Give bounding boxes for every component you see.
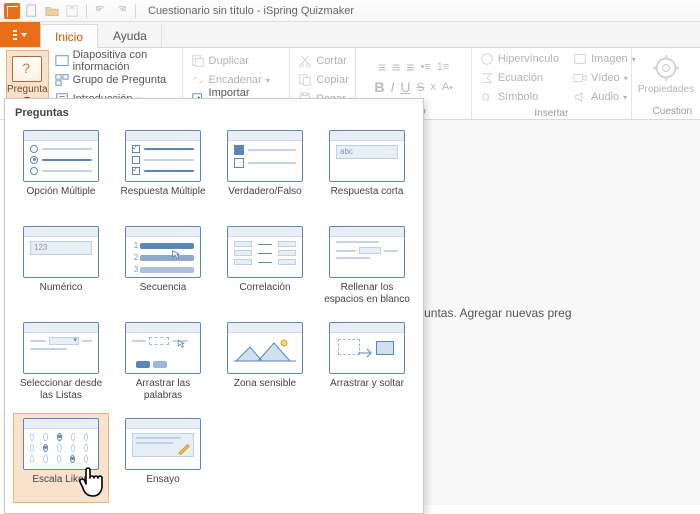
qtype-correlacion[interactable]: Correlación — [217, 221, 313, 311]
grupo-button[interactable]: Grupo de Pregunta — [53, 71, 176, 89]
qtype-respuesta-multiple[interactable]: Respuesta Múltiple — [115, 125, 211, 215]
question-types-dropdown: Preguntas Opción Múltiple Respuesta Múlt… — [4, 98, 424, 514]
undo-icon[interactable] — [93, 3, 109, 19]
duplicar-button: Duplicar — [189, 52, 284, 70]
qtype-opcion-multiple[interactable]: Opción Múltiple — [13, 125, 109, 215]
video-button: Vídeo ▾ — [571, 69, 638, 87]
qtype-secuencia[interactable]: 1 2 3 Secuencia — [115, 221, 211, 311]
simbolo-button: ΩSímbolo — [478, 88, 561, 106]
paragraph-align-row: ≡≡≡•≡1≡ — [378, 59, 449, 75]
audio-button: Audio ▾ — [571, 88, 638, 106]
tab-inicio[interactable]: Inicio — [40, 24, 98, 48]
propiedades-button: Propiedades — [638, 54, 694, 95]
encadenar-button: Encadenar ▾ — [189, 71, 284, 89]
cortar-button: Cortar — [296, 52, 355, 70]
diapositiva-button[interactable]: Diapositiva con información — [53, 52, 176, 70]
new-file-icon[interactable] — [24, 3, 40, 19]
qtype-rellenar-espacios[interactable]: Rellenar los espacios en blanco — [319, 221, 415, 311]
qtype-numerico[interactable]: 123 Numérico — [13, 221, 109, 311]
svg-text:Ω: Ω — [482, 92, 490, 104]
qtype-arrastrar-soltar[interactable]: Arrastrar y soltar — [319, 317, 415, 407]
tab-strip: Inicio Ayuda — [0, 22, 700, 48]
font-style-row: B I U S x A▾ — [374, 79, 453, 95]
qtype-seleccionar-listas[interactable]: ▾ Seleccionar desde las Listas — [13, 317, 109, 407]
qtype-verdadero-falso[interactable]: Verdadero/Falso — [217, 125, 313, 215]
dropdown-header: Preguntas — [13, 105, 415, 125]
save-icon[interactable] — [64, 3, 80, 19]
cursor-hand-icon — [78, 464, 110, 500]
ecuacion-button: Ecuación — [478, 69, 561, 87]
qtype-arrastrar-palabras[interactable]: Arrastrar las palabras — [115, 317, 211, 407]
imagen-button: Imagen ▾ — [571, 50, 638, 68]
qtype-zona-sensible[interactable]: Zona sensible — [217, 317, 313, 407]
redo-icon[interactable] — [113, 3, 129, 19]
tab-ayuda[interactable]: Ayuda — [98, 23, 162, 47]
question-icon — [12, 56, 42, 82]
qtype-respuesta-corta[interactable]: abc Respuesta corta — [319, 125, 415, 215]
open-icon[interactable] — [44, 3, 60, 19]
qtype-ensayo[interactable]: Ensayo — [115, 413, 211, 503]
hipervinculo-button: Hipervínculo — [478, 50, 561, 68]
window-title: Cuestionario sin título - iSpring Quizma… — [148, 5, 354, 17]
file-menu-button[interactable] — [0, 22, 40, 47]
app-icon — [4, 3, 20, 19]
titlebar: Cuestionario sin título - iSpring Quizma… — [0, 0, 700, 22]
copiar-button: Copiar — [296, 71, 355, 89]
